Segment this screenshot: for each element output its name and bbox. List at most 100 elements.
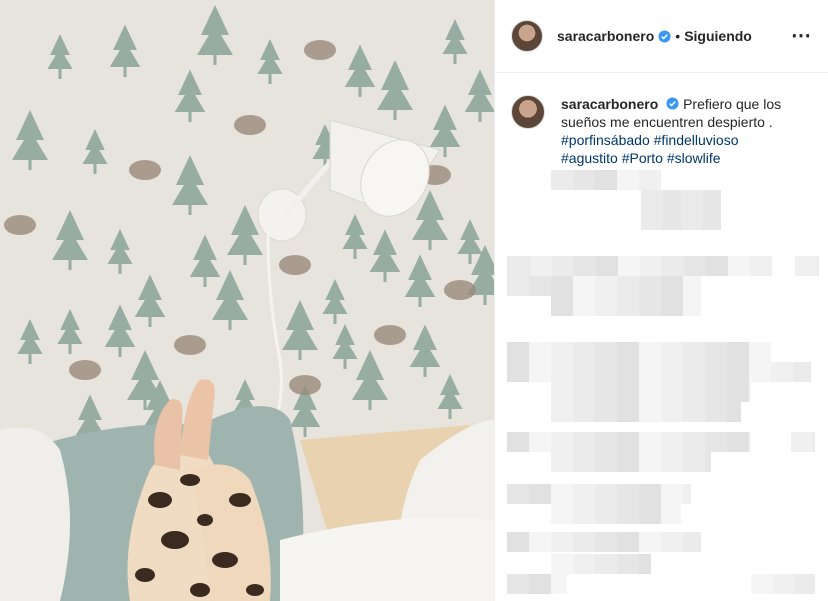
avatar[interactable] [511,20,543,52]
blur-block [551,452,573,472]
blur-block [617,382,639,402]
blur-block [683,402,705,422]
hashtag-link[interactable]: #slowlife [667,150,721,166]
hashtag-link[interactable]: #agustito [561,150,618,166]
blur-block [507,484,529,504]
blur-block [617,342,639,362]
blur-block [595,382,617,402]
blur-block [551,532,573,552]
username-link[interactable]: saracarbonero [557,28,654,44]
blur-block [683,452,705,472]
blur-block [595,532,617,552]
following-button[interactable]: Siguiendo [684,28,752,44]
blur-block [551,432,573,452]
blur-block [573,554,595,574]
verified-badge-icon [658,29,671,43]
caption-username[interactable]: saracarbonero [561,96,658,112]
blur-block [639,452,661,472]
post-header: saracarbonero • Siguiendo ⋯ [495,0,828,73]
blur-block [661,382,683,402]
blur-block [551,296,573,316]
blur-block [749,342,771,362]
blur-block [551,402,573,422]
post-photo[interactable] [0,0,494,601]
post-sidebar: saracarbonero • Siguiendo ⋯ saracarboner… [494,0,828,601]
blur-block [529,532,551,552]
blur-block [663,210,681,230]
blur-block [705,382,727,402]
blur-block [617,484,639,504]
blur-block [595,170,617,190]
blur-block [661,296,683,316]
animal-shape [444,280,476,300]
blur-block [813,432,815,452]
blur-block [617,554,639,574]
blur-block [663,190,681,210]
blur-block [573,342,595,362]
blur-block [683,342,705,362]
animal-shape [129,160,161,180]
blur-block [529,362,551,382]
blur-block [705,432,727,452]
blur-block [618,256,640,276]
blur-block [551,362,573,382]
blur-block [617,532,639,552]
blur-block [639,382,661,402]
blur-block [681,190,703,210]
blur-block [639,484,661,504]
blur-block [684,256,706,276]
blur-block [640,256,662,276]
blur-block [507,276,529,296]
blur-block [639,532,661,552]
blur-block [573,452,595,472]
animal-shape [234,115,266,135]
blur-block [551,484,573,504]
blur-block [706,256,728,276]
blur-block [751,574,773,594]
blur-block [595,276,617,296]
blur-block [529,342,551,362]
obscured-comments [495,170,828,601]
blur-block [551,382,573,402]
more-options-icon[interactable]: ⋯ [791,26,812,46]
separator-dot: • [675,28,681,44]
blur-block [639,296,661,316]
blur-block [791,432,813,452]
blur-block [573,504,595,524]
blur-block [639,402,661,422]
blur-block [727,432,749,452]
animal-shape [4,215,36,235]
blur-block [683,532,701,552]
blur-block [750,256,772,276]
blur-block [617,170,639,190]
blur-block [573,276,595,296]
photo-image [0,0,494,601]
blur-block [661,484,683,504]
blur-block [683,276,701,296]
blur-block [551,342,573,362]
blur-block [727,342,749,362]
blur-block [551,574,567,594]
blur-block [639,170,661,190]
blur-block [573,402,595,422]
blur-block [551,276,573,296]
blur-block [795,574,815,594]
blur-block [683,362,705,382]
blur-block [573,532,595,552]
blur-block [617,504,639,524]
blur-block [683,432,705,452]
hashtag-link[interactable]: #porfinsábado [561,132,650,148]
blur-block [727,402,741,422]
blur-block [641,210,663,230]
blur-block [749,362,771,382]
hashtag-link[interactable]: #findelluvioso [654,132,739,148]
blur-block [551,170,573,190]
blur-block [749,382,751,402]
blur-block [727,362,749,382]
blur-block [573,484,595,504]
hashtag-link[interactable]: #Porto [622,150,663,166]
blur-block [595,504,617,524]
blur-block [617,276,639,296]
blur-block [507,432,529,452]
caption-avatar[interactable] [511,95,545,129]
